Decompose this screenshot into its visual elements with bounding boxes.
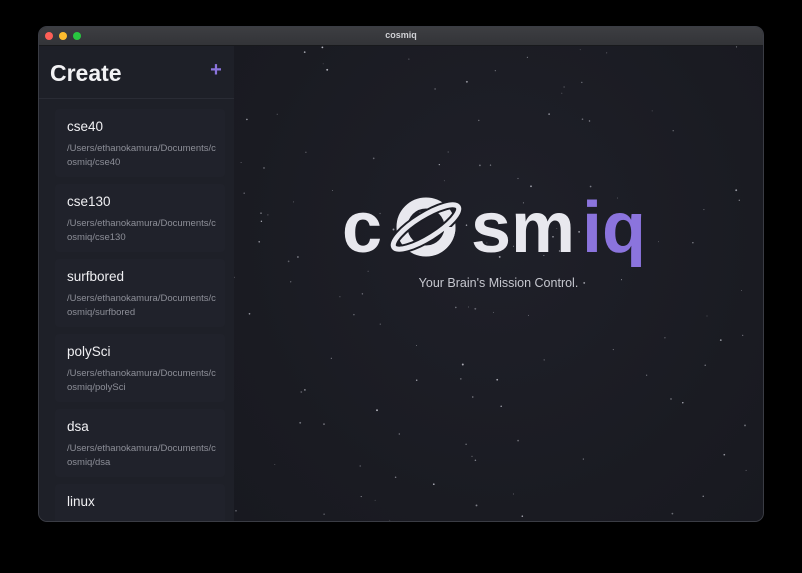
title-bar: cosmiq — [39, 27, 763, 46]
item-name: polySci — [67, 344, 111, 359]
tagline: Your Brain's Mission Control. — [418, 276, 579, 290]
item-name: dsa — [67, 419, 89, 434]
window-title: cosmiq — [385, 30, 417, 40]
main-panel: c sm iq Your Brain's Mission Control. — [234, 46, 763, 521]
list-item[interactable]: linux — [55, 484, 225, 521]
app-window: cosmiq Create + cse40 /Users/ethanokamur… — [39, 27, 763, 521]
add-workspace-button[interactable]: + — [207, 60, 225, 80]
logo-text-sm: sm — [471, 188, 575, 268]
logo-text-c: c — [342, 188, 382, 268]
list-item[interactable]: surfbored /Users/ethanokamura/Documents/… — [55, 259, 225, 327]
sidebar-header: Create + — [39, 46, 234, 99]
item-path: /Users/ethanokamura/Documents/cosmiq/cse… — [67, 218, 216, 243]
logo-text-iq: iq — [582, 188, 646, 268]
item-name: surfbored — [67, 269, 125, 284]
item-path: /Users/ethanokamura/Documents/cosmiq/dsa — [67, 443, 216, 468]
item-path: /Users/ethanokamura/Documents/cosmiq/cse… — [67, 143, 216, 168]
item-name: cse40 — [67, 119, 104, 134]
sidebar: Create + cse40 /Users/ethanokamura/Docum… — [39, 46, 234, 521]
list-item[interactable]: dsa /Users/ethanokamura/Documents/cosmiq… — [55, 409, 225, 477]
list-item[interactable]: cse40 /Users/ethanokamura/Documents/cosm… — [55, 109, 225, 177]
list-item[interactable]: polySci /Users/ethanokamura/Documents/co… — [55, 334, 225, 402]
sidebar-title: Create — [50, 60, 122, 86]
item-path: /Users/ethanokamura/Documents/cosmiq/pol… — [67, 368, 216, 393]
item-name: linux — [67, 494, 95, 509]
list-item[interactable]: cse130 /Users/ethanokamura/Documents/cos… — [55, 184, 225, 252]
planet-icon — [388, 197, 464, 257]
item-path: /Users/ethanokamura/Documents/cosmiq/sur… — [67, 293, 216, 318]
item-name: cse130 — [67, 194, 111, 209]
